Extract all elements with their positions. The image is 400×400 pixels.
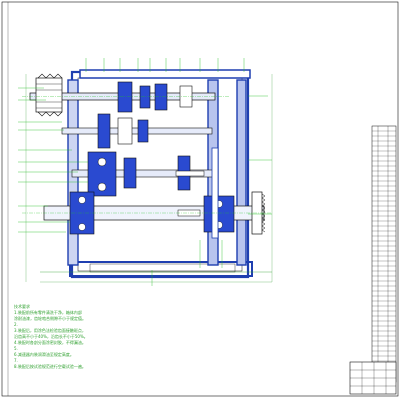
parts-list-frame <box>371 125 397 383</box>
note-line-7: 5. <box>14 346 18 351</box>
gear-3b <box>123 157 137 189</box>
top-cover <box>79 69 251 79</box>
note-line-8: 6.减速器内装润滑油至规定高度。 <box>14 351 74 357</box>
output-gear-a-hole <box>78 196 86 204</box>
gear-1c <box>154 83 168 111</box>
gear-2b <box>117 117 133 145</box>
gear-3a-hole-top <box>97 157 107 167</box>
gear-1b <box>139 85 151 109</box>
note-line-5: 沿齿高不小于40%，沿齿长不小于50%。 <box>14 333 88 339</box>
note-line-2: 涂耐油漆，齿轮啮合侧隙不小于规定值。 <box>14 315 86 321</box>
gear-2a <box>97 113 111 149</box>
note-line-0: 技术要求 <box>14 303 30 309</box>
shaft-3-key <box>175 170 205 177</box>
parts-list <box>349 125 397 395</box>
far-right-wall <box>236 79 247 266</box>
note-line-4: 3.装配后，用涂色法检验齿面接触斑点， <box>14 327 86 333</box>
input-pulley <box>35 73 63 117</box>
gearbox-section-view <box>18 58 273 286</box>
shift-rod <box>211 147 219 239</box>
output-gear-a-hole-2 <box>78 223 86 231</box>
technical-notes: 技术要求 1.装配前所有零件清洗干净，箱体内部 涂耐油漆，齿轮啮合侧隙不小于规定… <box>14 303 88 369</box>
gear-2c <box>137 119 149 143</box>
note-line-6: 4.装配时各剖分面涂密封胶，不得漏油。 <box>14 339 86 345</box>
gear-3a-hole-bottom <box>97 182 107 192</box>
shaft-2 <box>61 127 213 135</box>
note-line-10: 8.装配后按试验规范进行空载试验一遍。 <box>14 363 86 369</box>
note-line-1: 1.装配前所有零件清洗干净，箱体内部 <box>14 309 82 315</box>
gear-1a <box>117 81 133 113</box>
note-line-3: 2. <box>14 322 18 327</box>
assembly-drawing: 技术要求 1.装配前所有零件清洗干净，箱体内部 涂耐油漆，齿轮啮合侧隙不小于规定… <box>1 1 399 397</box>
note-line-9: 7. <box>14 358 18 363</box>
